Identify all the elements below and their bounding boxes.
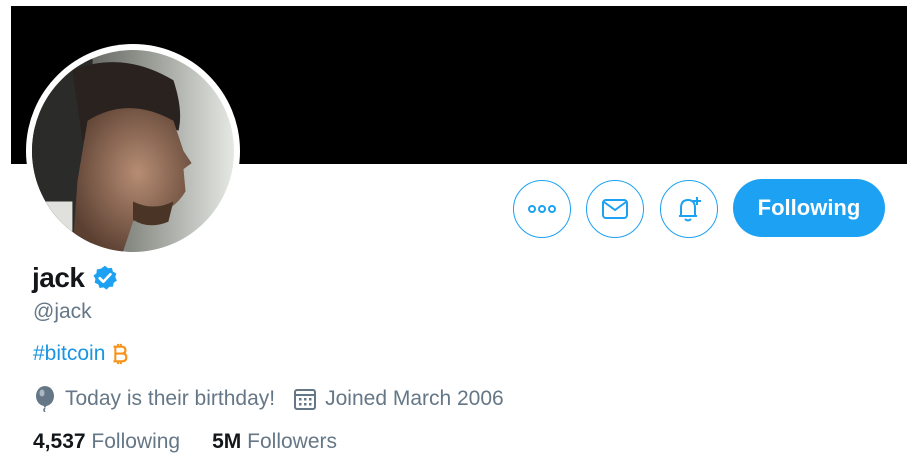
balloon-icon	[36, 386, 54, 412]
bell-plus-icon	[679, 197, 701, 222]
joined-item: Joined March 2006	[293, 387, 504, 411]
profile-name-row: jack	[32, 262, 119, 294]
avatar-image	[32, 50, 234, 252]
birthday-item: Today is their birthday!	[33, 386, 275, 412]
message-button[interactable]	[586, 180, 644, 238]
followers-label: Followers	[247, 430, 338, 453]
profile-stats: 4,537 Following 5M Followers	[33, 430, 369, 454]
more-options-button[interactable]	[513, 180, 571, 238]
following-label: Following	[91, 430, 181, 453]
followers-stat-link[interactable]: 5M Followers	[212, 430, 337, 454]
profile-name: jack	[32, 262, 85, 293]
profile-handle: @jack	[33, 300, 92, 323]
joined-text: Joined March 2006	[325, 387, 504, 410]
birthday-text: Today is their birthday!	[65, 387, 276, 410]
followers-count: 5M	[212, 430, 242, 453]
bitcoin-emoji-icon	[113, 343, 128, 365]
verified-badge-icon	[92, 265, 117, 290]
profile-meta: Today is their birthday! Joined March 20…	[33, 386, 522, 412]
notifications-button[interactable]	[660, 180, 718, 238]
following-stat-link[interactable]: 4,537 Following	[33, 430, 180, 454]
avatar[interactable]	[26, 44, 240, 258]
more-dots-icon	[528, 205, 556, 213]
bitcoin-hashtag-link[interactable]: #bitcoin	[33, 342, 105, 366]
envelope-icon	[602, 199, 628, 219]
following-button[interactable]: Following	[733, 179, 885, 237]
calendar-icon	[294, 389, 317, 410]
profile-bio: #bitcoin	[33, 342, 130, 366]
following-count: 4,537	[33, 430, 86, 453]
